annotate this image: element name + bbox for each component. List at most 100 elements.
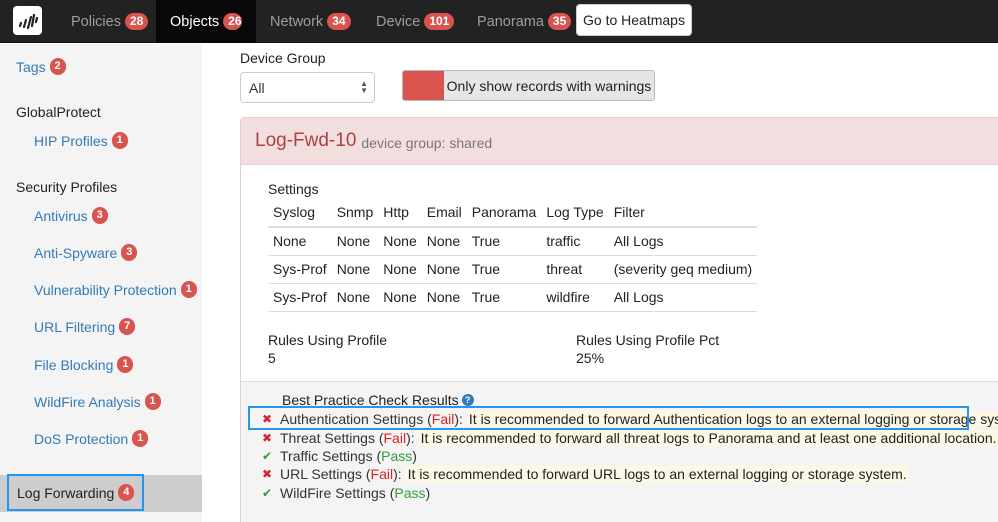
sidebar-item-label: Anti-Spyware [34,244,118,261]
table-cell: threat [541,255,609,284]
rules-using-profile-value: 5 [268,350,276,366]
count-badge: 1 [132,430,149,447]
sidebar-item-file-blocking[interactable]: File Blocking 1 [34,356,134,373]
count-badge: 7 [119,318,136,335]
count-badge: 1 [111,132,128,149]
table-cell: All Logs [608,227,758,256]
sidebar-item-antivirus[interactable]: Antivirus 3 [34,207,108,224]
column-header: Snmp [331,199,379,228]
check-status: Pass [394,485,426,501]
go-to-heatmaps-button[interactable]: Go to Heatmaps [576,4,692,36]
table-cell: True [466,255,542,284]
table-header-row: Syslog Snmp Http Email Panorama Log Type… [268,199,758,228]
sidebar-item-wildfire-analysis[interactable]: WildFire Analysis 1 [34,393,161,410]
nav-tab-network[interactable]: Network 34 [256,0,365,43]
check-name: Threat Settings [280,430,375,446]
column-header: Syslog [268,199,332,228]
check-message: It is recommended to forward URL logs to… [405,466,909,482]
table-cell: None [331,255,379,284]
table-cell: None [268,227,332,256]
sidebar-item-anti-spyware[interactable]: Anti-Spyware 3 [34,244,138,261]
toggle-label: Only show records with warnings [444,71,654,100]
check-name: WildFire Settings [280,485,386,501]
warnings-only-toggle[interactable]: Only show records with warnings [402,70,655,101]
rules-using-profile-label: Rules Using Profile [268,332,388,348]
count-badge: 35 [547,13,572,30]
count-badge: 26 [223,13,242,30]
nav-tab-label: Network [270,13,324,30]
sidebar-item-tags[interactable]: Tags 2 [16,58,66,75]
check-result-traffic: ✔ Traffic Settings (Pass) [262,448,417,464]
count-badge: 1 [144,393,161,410]
count-badge: 34 [327,13,351,30]
highlight-outline [248,406,969,430]
table-row: Sys-Prof None None None True wildfire Al… [268,283,758,312]
pass-check-icon: ✔ [262,486,273,500]
table-cell: None [378,255,422,284]
column-header: Log Type [541,199,609,228]
table-cell: None [378,283,422,312]
question-circle-icon[interactable]: ? [461,394,474,406]
nav-tab-label: Objects [170,13,220,30]
sidebar-item-hip-profiles[interactable]: HIP Profiles 1 [34,132,128,149]
column-header: Panorama [466,199,542,228]
sidebar-item-url-filtering[interactable]: URL Filtering 7 [34,318,136,335]
sidebar-item-label: URL Filtering [34,318,116,335]
count-badge: 28 [124,13,149,30]
record-name: Log-Fwd-10 [255,130,357,151]
sidebar-item-label: DoS Protection [34,430,129,447]
toggle-indicator [403,71,444,100]
check-status: Pass [381,448,413,464]
check-name: URL Settings [280,466,362,482]
check-name: Traffic Settings [280,448,373,464]
sidebar-item-dos-protection[interactable]: DoS Protection 1 [34,430,149,447]
select-arrows-icon: ▲ ▼ [360,79,368,95]
count-badge: 4 [118,484,135,501]
table-cell: None [331,227,379,256]
table-cell: None [421,283,467,312]
column-header: Email [421,199,467,228]
nav-tab-policies[interactable]: Policies 28 [57,0,162,43]
table-row: Sys-Prof None None None True threat (sev… [268,255,758,284]
table-cell: None [421,227,467,256]
count-badge: 3 [91,207,108,224]
check-status: Fail [383,430,407,446]
nav-tab-label: Policies [71,13,121,30]
record-device-group: device group: shared [361,134,493,151]
sidebar-item-log-forwarding[interactable]: Log Forwarding 4 [7,474,144,511]
sidebar-item-label: Antivirus [34,207,88,224]
table-cell: None [331,283,379,312]
table-cell: None [378,227,422,256]
check-result-threat: ✖ Threat Settings (Fail): It is recommen… [262,430,998,446]
nav-tab-device[interactable]: Device 101 [362,0,468,43]
table-cell: traffic [541,227,609,256]
table-cell: All Logs [608,283,758,312]
settings-label: Settings [268,181,319,197]
device-group-value: All [249,79,265,96]
nav-tab-label: Panorama [477,13,544,30]
nav-tab-objects[interactable]: Objects 26 [156,0,256,43]
sidebar-item-label: HIP Profiles [34,132,108,149]
sidebar-item-vulnerability-protection[interactable]: Vulnerability Protection 1 [34,281,197,298]
fail-x-icon: ✖ [262,467,273,481]
column-header: Filter [608,199,758,228]
table-cell: Sys-Prof [268,283,332,312]
pass-check-icon: ✔ [262,449,273,463]
fail-x-icon: ✖ [262,431,273,445]
device-group-select[interactable]: All ▲ ▼ [240,72,375,103]
palo-alto-logo-icon[interactable] [13,6,42,35]
top-navbar: Policies 28 Objects 26 Network 34 Device… [0,0,998,43]
sidebar-heading-security-profiles: Security Profiles [16,179,118,195]
count-badge: 2 [49,58,66,75]
column-header: Http [378,199,422,228]
rules-using-profile-pct-label: Rules Using Profile Pct [576,332,720,348]
count-badge: 1 [180,281,197,298]
count-badge: 3 [121,244,138,261]
table-cell: wildfire [541,283,609,312]
settings-table: Syslog Snmp Http Email Panorama Log Type… [268,199,758,312]
table-cell: True [466,227,542,256]
table-cell: (severity geq medium) [608,255,758,284]
sidebar-item-label: Tags [16,58,46,75]
nav-tab-panorama[interactable]: Panorama 35 [463,0,585,43]
sidebar-item-label: File Blocking [34,356,114,373]
